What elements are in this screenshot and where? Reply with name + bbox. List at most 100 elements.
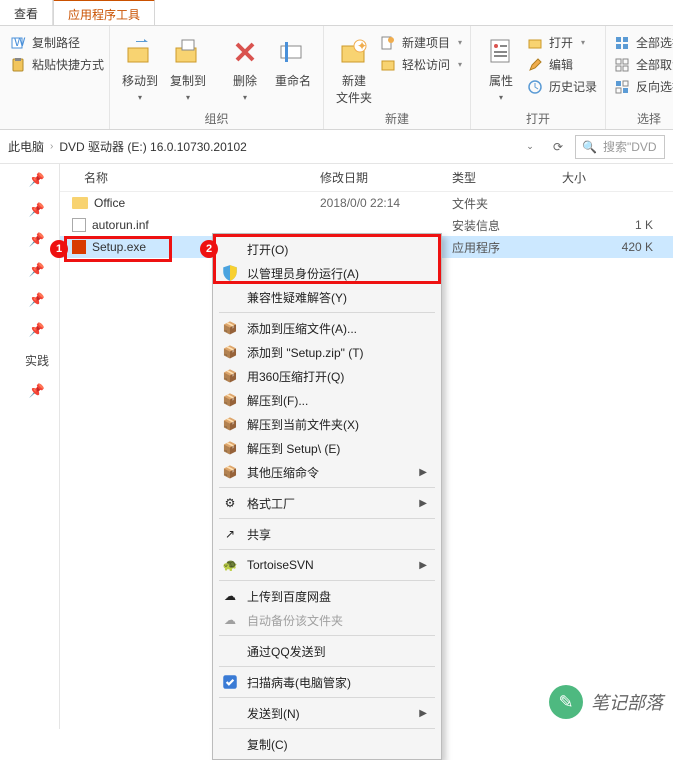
breadcrumb: 此电脑 › DVD 驱动器 (E:) 16.0.10730.20102 ⌄ ⟳ …	[0, 130, 673, 164]
delete-icon	[229, 36, 261, 68]
copyto-button[interactable]: 复制到▾	[166, 30, 210, 102]
menu-format-factory[interactable]: ⚙格式工厂▶	[213, 491, 441, 515]
menu-open-360[interactable]: 📦用360压缩打开(Q)	[213, 364, 441, 388]
group-clipboard-label	[8, 110, 101, 127]
pin-icon[interactable]: 📌	[9, 292, 59, 308]
history-button[interactable]: 历史记录	[527, 78, 597, 95]
window-tabs: 查看 应用程序工具	[0, 0, 673, 26]
svg-text:✦: ✦	[357, 39, 367, 53]
menu-add-setupzip[interactable]: 📦添加到 "Setup.zip" (T)	[213, 340, 441, 364]
tab-view[interactable]: 查看	[0, 0, 53, 25]
menu-copy[interactable]: 复制(C)	[213, 732, 441, 756]
table-row[interactable]: Office 2018/0/0 22:14 文件夹	[60, 192, 673, 214]
chevron-right-icon: ▶	[419, 708, 427, 719]
crumb-pc[interactable]: 此电脑	[8, 138, 44, 155]
dropdown-button[interactable]: ⌄	[519, 136, 541, 158]
menu-extract-current[interactable]: 📦解压到当前文件夹(X)	[213, 412, 441, 436]
menu-sendto[interactable]: 发送到(N)▶	[213, 701, 441, 725]
group-new: ✦新建 文件夹 新建项目 轻松访问 新建	[324, 26, 471, 129]
selectall-button[interactable]: 全部选择	[614, 34, 673, 51]
newfolder-icon: ✦	[338, 36, 370, 68]
invert-button[interactable]: 反向选择	[614, 78, 673, 95]
refresh-button[interactable]: ⟳	[547, 136, 569, 158]
copy-path-label: 复制路径	[32, 34, 80, 51]
annotation-badge-1: 1	[50, 240, 68, 258]
chevron-right-icon: ›	[50, 141, 53, 152]
folder-icon	[72, 197, 88, 209]
selectall-icon	[614, 35, 630, 51]
edit-icon	[527, 57, 543, 73]
col-date[interactable]: 修改日期	[320, 169, 452, 186]
archive-icon: 📦	[221, 463, 239, 481]
menu-qq[interactable]: 通过QQ发送到	[213, 639, 441, 663]
archive-icon: 📦	[221, 415, 239, 433]
group-clipboard: W复制路径 粘贴快捷方式	[0, 26, 110, 129]
chevron-right-icon: ▶	[419, 467, 427, 478]
properties-icon	[485, 36, 517, 68]
watermark: ✎ 笔记部落	[549, 685, 663, 719]
selectnone-button[interactable]: 全部取消	[614, 56, 673, 73]
search-icon: 🔍	[582, 140, 597, 154]
share-icon: ↗	[221, 525, 239, 543]
search-input[interactable]: 🔍搜索"DVD	[575, 135, 665, 159]
pin-icon[interactable]: 📌	[9, 383, 59, 399]
column-headers: 名称 修改日期 类型 大小	[60, 164, 673, 192]
menu-separator	[219, 635, 435, 636]
group-select-label: 选择	[614, 107, 673, 127]
group-organize: 移动到▾ 复制到▾ 删除▾ 重命名 组织	[110, 26, 324, 129]
archive-icon: 📦	[221, 439, 239, 457]
properties-button[interactable]: 属性▾	[479, 30, 523, 102]
menu-add-archive[interactable]: 📦添加到压缩文件(A)...	[213, 316, 441, 340]
crumb-drive[interactable]: DVD 驱动器 (E:) 16.0.10730.20102	[59, 138, 246, 155]
tab-app-tools[interactable]: 应用程序工具	[53, 0, 155, 25]
col-size[interactable]: 大小	[562, 169, 673, 186]
archive-icon: 📦	[221, 391, 239, 409]
chevron-down-icon: ⌄	[526, 141, 534, 152]
menu-compat[interactable]: 兼容性疑难解答(Y)	[213, 285, 441, 309]
newitem-button[interactable]: 新建项目	[380, 34, 462, 51]
rename-button[interactable]: 重命名	[271, 30, 315, 89]
quick-label[interactable]: 实践	[25, 352, 59, 369]
pin-icon[interactable]: 📌	[9, 202, 59, 218]
menu-other-compress[interactable]: 📦其他压缩命令▶	[213, 460, 441, 484]
copyto-icon	[172, 36, 204, 68]
cloud-icon: ☁	[221, 587, 239, 605]
archive-icon: 📦	[221, 319, 239, 337]
open-icon	[527, 35, 543, 51]
easyaccess-button[interactable]: 轻松访问	[380, 56, 462, 73]
menu-baidu[interactable]: ☁上传到百度网盘	[213, 584, 441, 608]
watermark-text: 笔记部落	[591, 689, 663, 715]
selectnone-icon	[614, 57, 630, 73]
pin-icon[interactable]: 📌	[9, 262, 59, 278]
col-type[interactable]: 类型	[452, 169, 562, 186]
open-button[interactable]: 打开	[527, 34, 597, 51]
group-new-label: 新建	[332, 107, 462, 127]
menu-tortoise[interactable]: 🐢TortoiseSVN▶	[213, 553, 441, 577]
easyaccess-icon	[380, 57, 396, 73]
newitem-icon	[380, 35, 396, 51]
copy-path-button[interactable]: W复制路径	[10, 34, 104, 51]
menu-autobackup: ☁自动备份该文件夹	[213, 608, 441, 632]
col-name[interactable]: 名称	[60, 169, 320, 186]
menu-runas-admin[interactable]: 以管理员身份运行(A)	[213, 261, 441, 285]
newfolder-button[interactable]: ✦新建 文件夹	[332, 30, 376, 106]
pen-icon: ✎	[549, 685, 583, 719]
menu-open[interactable]: 打开(O)	[213, 237, 441, 261]
menu-share[interactable]: ↗共享	[213, 522, 441, 546]
menu-extract-setup[interactable]: 📦解压到 Setup\ (E)	[213, 436, 441, 460]
chevron-right-icon: ▶	[419, 560, 427, 571]
menu-separator	[219, 697, 435, 698]
menu-separator	[219, 312, 435, 313]
group-open-label: 打开	[479, 107, 597, 127]
edit-button[interactable]: 编辑	[527, 56, 597, 73]
gear-icon: ⚙	[221, 494, 239, 512]
pin-icon[interactable]: 📌	[9, 322, 59, 338]
paste-shortcut-button[interactable]: 粘贴快捷方式	[10, 56, 104, 73]
menu-extract-to[interactable]: 📦解压到(F)...	[213, 388, 441, 412]
moveto-button[interactable]: 移动到▾	[118, 30, 162, 102]
delete-button[interactable]: 删除▾	[223, 30, 267, 102]
moveto-icon	[124, 36, 156, 68]
tortoise-icon: 🐢	[221, 556, 239, 574]
menu-scan[interactable]: 扫描病毒(电脑管家)	[213, 670, 441, 694]
pin-icon[interactable]: 📌	[9, 172, 59, 188]
